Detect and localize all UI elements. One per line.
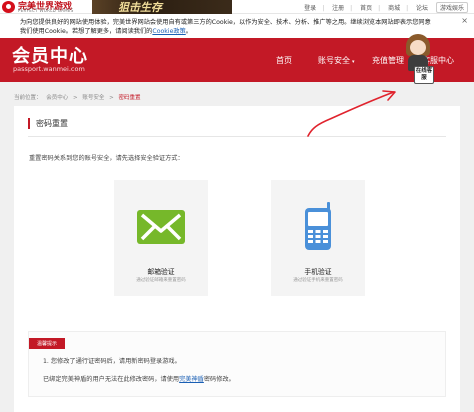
register-link[interactable]: 注册 (332, 5, 344, 12)
divider: | (406, 5, 409, 12)
divider: | (350, 5, 353, 12)
nav-item-account-security[interactable]: 账号安全 ▾ (318, 55, 355, 66)
breadcrumb-separator: > (109, 95, 114, 101)
close-icon[interactable]: × (461, 16, 468, 25)
warm-tips-box: 温馨提示 1. 您修改了通行证密码后，请用新密码登录游戏。 已绑定完美神盾的用户… (28, 331, 446, 397)
perfect-world-logo-icon (2, 1, 15, 13)
online-service-mascot[interactable]: 在线客服 (400, 34, 440, 96)
title-divider (28, 136, 446, 137)
password-reset-panel: 密码重置 重置密码关系到您的账号安全，请先选择安全验证方式： 邮箱验证 通过验证… (14, 106, 460, 412)
tip-line-1: 1. 您修改了通行证密码后，请用新密码登录游戏。 (43, 358, 181, 365)
breadcrumb-item-member-center[interactable]: 会员中心 (46, 95, 68, 101)
tip-line-2-prefix: 已绑定完美神盾的用户无法在此修改密码，请使用 (43, 376, 180, 383)
passport-url: passport.wanmei.com (13, 65, 85, 73)
breadcrumb-separator: > (73, 95, 78, 101)
tip-line-2: 已绑定完美神盾的用户无法在此修改密码，请使用完美神盾密码修改。 (43, 374, 235, 383)
breadcrumb-current: 密码重置 (118, 95, 141, 101)
email-verification-desc: 通过验证邮箱来重置密码 (136, 278, 186, 283)
perfect-shield-link[interactable]: 完美神盾 (179, 376, 204, 383)
warm-tips-badge: 温馨提示 (29, 338, 66, 349)
top-bar: 完美世界游戏 PERFECT WORLD GAMES 狙击生存 登录 | 注册 | … (0, 0, 474, 14)
online-service-bubble[interactable]: 在线客服 (414, 66, 434, 84)
mall-link[interactable]: 商城 (388, 5, 400, 12)
divider: | (378, 5, 381, 12)
logo-subtext: PERFECT WORLD GAMES (18, 8, 74, 13)
divider: | (322, 5, 325, 12)
phone-verification-option[interactable]: 手机验证 通过验证手机来重置密码 (271, 180, 365, 296)
reset-instruction: 重置密码关系到您的账号安全，请先选择安全验证方式： (29, 155, 184, 162)
nav-item-home[interactable]: 首页 (276, 55, 292, 66)
game-entertainment-dropdown[interactable]: 游戏娱乐 (435, 2, 468, 13)
mascot-face (410, 40, 426, 55)
breadcrumb-label: 当前位置： (14, 95, 42, 101)
breadcrumb-item-account-security[interactable]: 账号安全 (82, 95, 104, 101)
phone-verification-title: 手机验证 (304, 268, 332, 276)
phone-verification-desc: 通过验证手机来重置密码 (293, 278, 343, 283)
forum-link[interactable]: 论坛 (416, 5, 428, 12)
top-links: 登录 | 注册 | 首页 | 商城 | 论坛 游戏娱乐 (298, 2, 468, 13)
cookie-text-suffix: 。 (185, 28, 192, 35)
cookie-policy-link[interactable]: Cookie政策 (152, 28, 185, 35)
chevron-down-icon: ▾ (352, 59, 355, 65)
tip-line-2-suffix: 密码修改。 (203, 376, 235, 383)
email-verification-title: 邮箱验证 (147, 268, 175, 276)
home-link[interactable]: 首页 (360, 5, 372, 12)
page-title: 密码重置 (28, 118, 68, 129)
login-link[interactable]: 登录 (304, 5, 316, 12)
game-banner[interactable]: 狙击生存 (92, 0, 232, 14)
email-verification-option[interactable]: 邮箱验证 通过验证邮箱来重置密码 (114, 180, 208, 296)
breadcrumb: 当前位置： 会员中心 > 账号安全 > 密码重置 (14, 93, 144, 101)
banner-text: 狙击生存 (118, 1, 162, 14)
cookie-text-line2: 我们使用Cookie。若想了解更多，请阅读我们的Cookie政策。 (20, 26, 192, 35)
perfect-world-logo[interactable]: 完美世界游戏 PERFECT WORLD GAMES (2, 0, 82, 14)
envelope-icon (137, 210, 185, 244)
cookie-text-line1: 为向您提供良好的网站使用体验，完美世界网站会使用自有或第三方的Cookie，以作… (20, 19, 431, 26)
nav-item-account-security-label: 账号安全 (318, 56, 350, 65)
cookie-text-prefix: 我们使用Cookie。若想了解更多，请阅读我们的 (20, 28, 153, 35)
mobile-phone-icon (305, 202, 331, 250)
